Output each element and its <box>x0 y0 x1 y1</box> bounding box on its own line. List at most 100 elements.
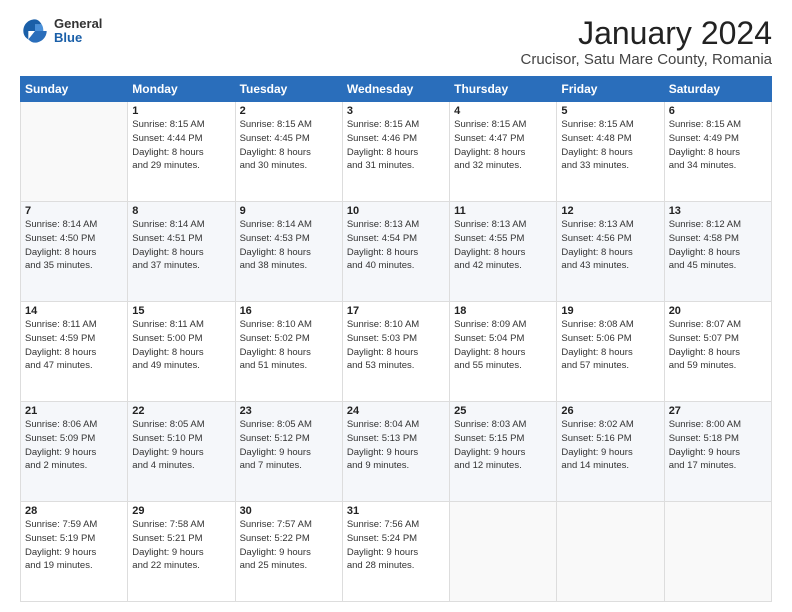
day-number: 24 <box>347 405 445 417</box>
calendar-cell <box>557 502 664 602</box>
calendar-cell <box>664 502 771 602</box>
calendar-cell: 26Sunrise: 8:02 AM Sunset: 5:16 PM Dayli… <box>557 402 664 502</box>
day-info: Sunrise: 8:14 AM Sunset: 4:50 PM Dayligh… <box>25 218 123 273</box>
page: General Blue January 2024 Crucisor, Satu… <box>0 0 792 612</box>
day-info: Sunrise: 8:15 AM Sunset: 4:47 PM Dayligh… <box>454 118 552 173</box>
calendar-cell: 8Sunrise: 8:14 AM Sunset: 4:51 PM Daylig… <box>128 202 235 302</box>
main-title: January 2024 <box>521 16 773 51</box>
header: General Blue January 2024 Crucisor, Satu… <box>20 16 772 68</box>
weekday-row: SundayMondayTuesdayWednesdayThursdayFrid… <box>21 77 772 102</box>
day-info: Sunrise: 8:10 AM Sunset: 5:02 PM Dayligh… <box>240 318 338 373</box>
day-number: 14 <box>25 305 123 317</box>
day-info: Sunrise: 8:12 AM Sunset: 4:58 PM Dayligh… <box>669 218 767 273</box>
day-info: Sunrise: 8:15 AM Sunset: 4:48 PM Dayligh… <box>561 118 659 173</box>
calendar-cell: 10Sunrise: 8:13 AM Sunset: 4:54 PM Dayli… <box>342 202 449 302</box>
calendar-cell: 18Sunrise: 8:09 AM Sunset: 5:04 PM Dayli… <box>450 302 557 402</box>
day-number: 18 <box>454 305 552 317</box>
day-info: Sunrise: 8:15 AM Sunset: 4:49 PM Dayligh… <box>669 118 767 173</box>
calendar-cell: 20Sunrise: 8:07 AM Sunset: 5:07 PM Dayli… <box>664 302 771 402</box>
day-info: Sunrise: 8:07 AM Sunset: 5:07 PM Dayligh… <box>669 318 767 373</box>
day-info: Sunrise: 8:10 AM Sunset: 5:03 PM Dayligh… <box>347 318 445 373</box>
weekday-header-tuesday: Tuesday <box>235 77 342 102</box>
day-number: 20 <box>669 305 767 317</box>
weekday-header-friday: Friday <box>557 77 664 102</box>
day-info: Sunrise: 8:04 AM Sunset: 5:13 PM Dayligh… <box>347 418 445 473</box>
calendar-cell: 28Sunrise: 7:59 AM Sunset: 5:19 PM Dayli… <box>21 502 128 602</box>
day-number: 16 <box>240 305 338 317</box>
day-number: 4 <box>454 105 552 117</box>
calendar-cell: 23Sunrise: 8:05 AM Sunset: 5:12 PM Dayli… <box>235 402 342 502</box>
day-number: 3 <box>347 105 445 117</box>
calendar-cell: 2Sunrise: 8:15 AM Sunset: 4:45 PM Daylig… <box>235 102 342 202</box>
week-row-4: 21Sunrise: 8:06 AM Sunset: 5:09 PM Dayli… <box>21 402 772 502</box>
calendar-cell: 25Sunrise: 8:03 AM Sunset: 5:15 PM Dayli… <box>450 402 557 502</box>
calendar-cell: 11Sunrise: 8:13 AM Sunset: 4:55 PM Dayli… <box>450 202 557 302</box>
day-number: 15 <box>132 305 230 317</box>
day-info: Sunrise: 8:14 AM Sunset: 4:51 PM Dayligh… <box>132 218 230 273</box>
calendar-body: 1Sunrise: 8:15 AM Sunset: 4:44 PM Daylig… <box>21 102 772 602</box>
title-block: January 2024 Crucisor, Satu Mare County,… <box>521 16 773 68</box>
day-number: 7 <box>25 205 123 217</box>
day-number: 12 <box>561 205 659 217</box>
day-info: Sunrise: 8:13 AM Sunset: 4:56 PM Dayligh… <box>561 218 659 273</box>
calendar-cell: 4Sunrise: 8:15 AM Sunset: 4:47 PM Daylig… <box>450 102 557 202</box>
day-info: Sunrise: 7:58 AM Sunset: 5:21 PM Dayligh… <box>132 518 230 573</box>
day-number: 27 <box>669 405 767 417</box>
day-number: 6 <box>669 105 767 117</box>
week-row-5: 28Sunrise: 7:59 AM Sunset: 5:19 PM Dayli… <box>21 502 772 602</box>
day-info: Sunrise: 8:14 AM Sunset: 4:53 PM Dayligh… <box>240 218 338 273</box>
day-info: Sunrise: 8:15 AM Sunset: 4:46 PM Dayligh… <box>347 118 445 173</box>
weekday-header-wednesday: Wednesday <box>342 77 449 102</box>
day-info: Sunrise: 8:11 AM Sunset: 4:59 PM Dayligh… <box>25 318 123 373</box>
calendar-table: SundayMondayTuesdayWednesdayThursdayFrid… <box>20 76 772 602</box>
day-info: Sunrise: 8:05 AM Sunset: 5:12 PM Dayligh… <box>240 418 338 473</box>
calendar-cell: 1Sunrise: 8:15 AM Sunset: 4:44 PM Daylig… <box>128 102 235 202</box>
calendar-cell: 31Sunrise: 7:56 AM Sunset: 5:24 PM Dayli… <box>342 502 449 602</box>
day-number: 9 <box>240 205 338 217</box>
calendar-cell: 17Sunrise: 8:10 AM Sunset: 5:03 PM Dayli… <box>342 302 449 402</box>
calendar-cell: 15Sunrise: 8:11 AM Sunset: 5:00 PM Dayli… <box>128 302 235 402</box>
day-info: Sunrise: 8:00 AM Sunset: 5:18 PM Dayligh… <box>669 418 767 473</box>
day-number: 23 <box>240 405 338 417</box>
logo-general-text: General <box>54 17 102 31</box>
logo: General Blue <box>20 16 102 46</box>
day-number: 22 <box>132 405 230 417</box>
weekday-header-monday: Monday <box>128 77 235 102</box>
day-number: 17 <box>347 305 445 317</box>
calendar-cell <box>21 102 128 202</box>
calendar-cell: 22Sunrise: 8:05 AM Sunset: 5:10 PM Dayli… <box>128 402 235 502</box>
day-info: Sunrise: 8:05 AM Sunset: 5:10 PM Dayligh… <box>132 418 230 473</box>
calendar-cell: 21Sunrise: 8:06 AM Sunset: 5:09 PM Dayli… <box>21 402 128 502</box>
calendar-header: SundayMondayTuesdayWednesdayThursdayFrid… <box>21 77 772 102</box>
calendar-cell: 29Sunrise: 7:58 AM Sunset: 5:21 PM Dayli… <box>128 502 235 602</box>
day-number: 28 <box>25 505 123 517</box>
calendar-cell: 6Sunrise: 8:15 AM Sunset: 4:49 PM Daylig… <box>664 102 771 202</box>
calendar-cell: 12Sunrise: 8:13 AM Sunset: 4:56 PM Dayli… <box>557 202 664 302</box>
calendar-cell: 9Sunrise: 8:14 AM Sunset: 4:53 PM Daylig… <box>235 202 342 302</box>
weekday-header-saturday: Saturday <box>664 77 771 102</box>
day-number: 11 <box>454 205 552 217</box>
day-number: 25 <box>454 405 552 417</box>
calendar-cell: 3Sunrise: 8:15 AM Sunset: 4:46 PM Daylig… <box>342 102 449 202</box>
calendar-cell: 7Sunrise: 8:14 AM Sunset: 4:50 PM Daylig… <box>21 202 128 302</box>
calendar-cell: 24Sunrise: 8:04 AM Sunset: 5:13 PM Dayli… <box>342 402 449 502</box>
day-info: Sunrise: 7:59 AM Sunset: 5:19 PM Dayligh… <box>25 518 123 573</box>
day-info: Sunrise: 8:09 AM Sunset: 5:04 PM Dayligh… <box>454 318 552 373</box>
subtitle: Crucisor, Satu Mare County, Romania <box>521 51 773 68</box>
calendar-cell: 13Sunrise: 8:12 AM Sunset: 4:58 PM Dayli… <box>664 202 771 302</box>
day-info: Sunrise: 7:56 AM Sunset: 5:24 PM Dayligh… <box>347 518 445 573</box>
week-row-3: 14Sunrise: 8:11 AM Sunset: 4:59 PM Dayli… <box>21 302 772 402</box>
logo-blue-text: Blue <box>54 31 102 45</box>
day-info: Sunrise: 7:57 AM Sunset: 5:22 PM Dayligh… <box>240 518 338 573</box>
weekday-header-thursday: Thursday <box>450 77 557 102</box>
day-info: Sunrise: 8:15 AM Sunset: 4:44 PM Dayligh… <box>132 118 230 173</box>
calendar-cell: 19Sunrise: 8:08 AM Sunset: 5:06 PM Dayli… <box>557 302 664 402</box>
day-info: Sunrise: 8:13 AM Sunset: 4:55 PM Dayligh… <box>454 218 552 273</box>
weekday-header-sunday: Sunday <box>21 77 128 102</box>
calendar-cell: 30Sunrise: 7:57 AM Sunset: 5:22 PM Dayli… <box>235 502 342 602</box>
day-number: 26 <box>561 405 659 417</box>
day-number: 30 <box>240 505 338 517</box>
day-number: 31 <box>347 505 445 517</box>
calendar-cell: 5Sunrise: 8:15 AM Sunset: 4:48 PM Daylig… <box>557 102 664 202</box>
calendar-cell <box>450 502 557 602</box>
